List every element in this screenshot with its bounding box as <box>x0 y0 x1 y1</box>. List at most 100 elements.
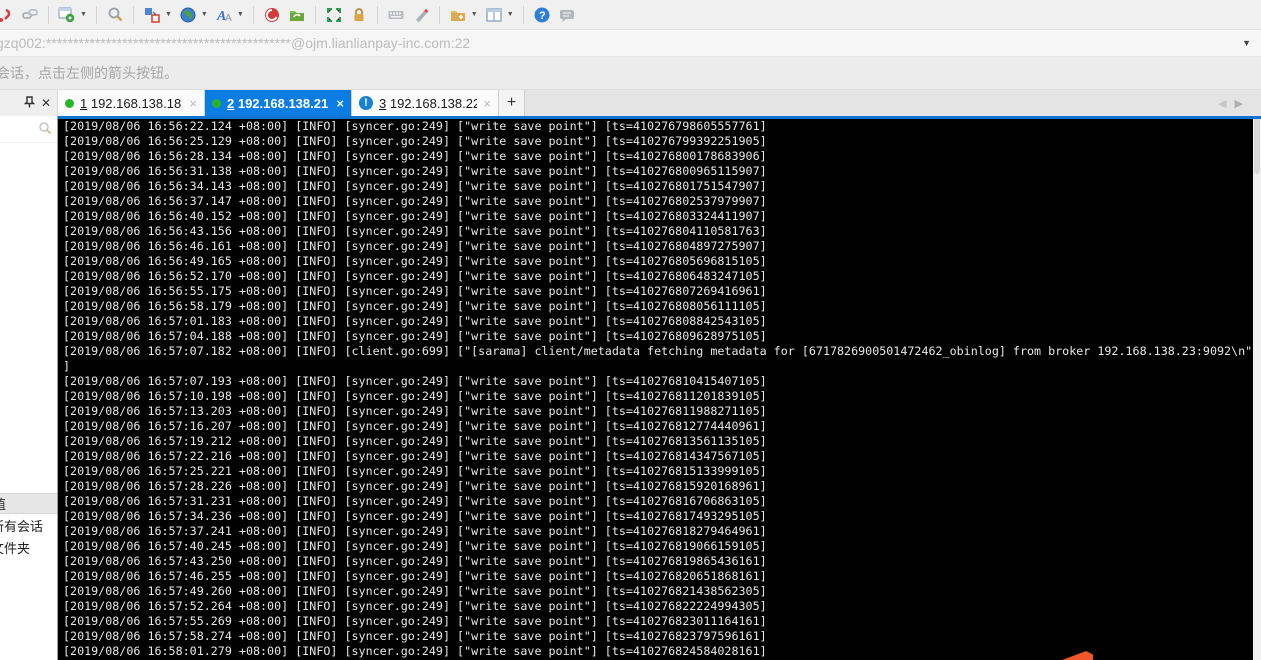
globe-icon[interactable] <box>177 4 199 26</box>
redraw-swirl-icon[interactable] <box>261 4 283 26</box>
toolbar: ▼ ▼ ▼ AA ▼ ▼ ▼ ? <box>0 0 1261 30</box>
svg-text:A: A <box>225 13 232 24</box>
toolbar-separator <box>95 5 97 24</box>
toolbar-separator <box>522 5 524 24</box>
log-line: [2019/08/06 16:57:04.188 +08:00] [INFO] … <box>63 329 767 343</box>
log-line: ] <box>63 359 71 373</box>
log-line: [2019/08/06 16:57:49.260 +08:00] [INFO] … <box>63 584 767 598</box>
toolbar-separator <box>314 5 316 24</box>
terminal-scrollbar[interactable] <box>1253 116 1261 660</box>
active-tab-strip <box>58 116 1261 119</box>
connected-dot-icon <box>65 98 74 108</box>
log-line: [2019/08/06 16:57:25.221 +08:00] [INFO] … <box>63 464 767 478</box>
lock-icon[interactable] <box>348 4 370 26</box>
session-tab[interactable]: ! 3 192.168.138.22 × <box>352 90 499 116</box>
log-line: [2019/08/06 16:57:43.250 +08:00] [INFO] … <box>63 554 767 568</box>
log-line: [2019/08/06 16:57:07.193 +08:00] [INFO] … <box>63 374 767 388</box>
log-line: [2019/08/06 16:56:43.156 +08:00] [INFO] … <box>63 224 767 238</box>
toolbar-separator <box>132 5 134 24</box>
log-line: [2019/08/06 16:57:16.207 +08:00] [INFO] … <box>63 419 767 433</box>
toolbar-separator <box>252 5 254 24</box>
scrollbar-thumb[interactable] <box>1254 118 1260 174</box>
new-folder-icon[interactable] <box>447 4 469 26</box>
log-line: [2019/08/06 16:56:31.138 +08:00] [INFO] … <box>63 164 767 178</box>
session-sidebar: 值所有会话文件夹 <box>0 116 58 660</box>
sidebar-list: 值所有会话文件夹 <box>0 493 57 558</box>
tile-layout-icon[interactable] <box>483 4 505 26</box>
toolbar-separator <box>376 5 378 24</box>
log-line: [2019/08/06 16:56:25.129 +08:00] [INFO] … <box>63 134 767 148</box>
log-line: [2019/08/06 16:56:28.134 +08:00] [INFO] … <box>63 149 767 163</box>
session-partial-icon[interactable] <box>0 4 16 26</box>
close-pane-icon[interactable]: ✕ <box>41 97 51 109</box>
connected-dot-icon <box>212 98 221 108</box>
log-line: [2019/08/06 16:56:58.179 +08:00] [INFO] … <box>63 299 767 313</box>
unlink-icon[interactable] <box>19 4 41 26</box>
log-line: [2019/08/06 16:57:58.274 +08:00] [INFO] … <box>63 629 767 643</box>
tab-close-icon[interactable]: × <box>189 97 197 110</box>
log-line: [2019/08/06 16:57:01.183 +08:00] [INFO] … <box>63 314 767 328</box>
tab-close-icon[interactable]: × <box>336 97 344 110</box>
tab-close-icon[interactable]: × <box>483 97 491 110</box>
xshell-window: ▼ ▼ ▼ AA ▼ ▼ ▼ ? gzq002:****************… <box>0 0 1261 660</box>
log-line: [2019/08/06 16:57:19.212 +08:00] [INFO] … <box>63 434 767 448</box>
toolbar-separator <box>48 5 49 24</box>
sidebar-item[interactable]: 文件夹 <box>0 536 57 558</box>
address-text: gzq002:*********************************… <box>0 35 471 51</box>
log-line: [2019/08/06 16:56:46.161 +08:00] [INFO] … <box>63 239 767 253</box>
sidebar-section-header: 值 <box>0 493 57 514</box>
tab-scroll-left-icon[interactable]: ◀ <box>1218 97 1226 110</box>
font-icon[interactable]: AA <box>213 4 235 26</box>
chevron-down-icon[interactable]: ▼ <box>237 11 244 18</box>
log-line: [2019/08/06 16:57:34.236 +08:00] [INFO] … <box>63 509 767 523</box>
chevron-down-icon[interactable]: ▼ <box>471 11 478 18</box>
highlighter-icon[interactable] <box>410 4 432 26</box>
find-icon[interactable] <box>104 4 126 26</box>
log-line: [2019/08/06 16:57:10.198 +08:00] [INFO] … <box>63 389 767 403</box>
sidebar-item[interactable]: 所有会话 <box>0 514 57 536</box>
layout-boxes-icon[interactable] <box>141 4 163 26</box>
keyboard-icon[interactable] <box>385 4 407 26</box>
log-line: [2019/08/06 16:57:40.245 +08:00] [INFO] … <box>63 539 767 553</box>
message-icon[interactable] <box>556 4 578 26</box>
log-line: [2019/08/06 16:57:28.226 +08:00] [INFO] … <box>63 479 767 493</box>
chevron-down-icon[interactable]: ▼ <box>507 11 514 18</box>
sync-folder-icon[interactable] <box>286 4 308 26</box>
chevron-down-icon[interactable]: ▼ <box>80 11 87 18</box>
session-tab[interactable]: 1 192.168.138.18 × <box>58 90 205 116</box>
chevron-down-icon[interactable]: ▼ <box>201 11 208 18</box>
session-properties-icon[interactable] <box>56 4 78 26</box>
terminal-screen[interactable]: [2019/08/06 16:56:22.124 +08:00] [INFO] … <box>58 116 1253 660</box>
fullscreen-icon[interactable] <box>323 4 345 26</box>
log-line: [2019/08/06 16:57:07.182 +08:00] [INFO] … <box>63 344 1253 358</box>
log-line: [2019/08/06 16:57:55.269 +08:00] [INFO] … <box>63 614 767 628</box>
notification-bar: 会话，点击左侧的箭头按钮。 <box>0 57 1261 90</box>
address-dropdown-icon[interactable]: ▼ <box>1242 38 1251 48</box>
tab-label: 2 192.168.138.21 <box>227 95 329 111</box>
tab-bar: ✕ 1 192.168.138.18 × 2 192.168.138.21 ×! 3 1… <box>0 90 1261 119</box>
tab-scroll-right-icon[interactable]: ▶ <box>1235 97 1243 110</box>
notification-text: 会话，点击左侧的箭头按钮。 <box>0 65 178 81</box>
warning-icon: ! <box>359 96 373 110</box>
log-line: [2019/08/06 16:57:46.255 +08:00] [INFO] … <box>63 569 767 583</box>
log-line: [2019/08/06 16:57:22.216 +08:00] [INFO] … <box>63 449 767 463</box>
log-line: [2019/08/06 16:57:37.241 +08:00] [INFO] … <box>63 524 767 538</box>
log-line: [2019/08/06 16:56:55.175 +08:00] [INFO] … <box>63 284 767 298</box>
pin-icon[interactable] <box>23 96 36 110</box>
new-tab-button[interactable]: + <box>499 90 525 116</box>
tab-label: 3 192.168.138.22 <box>379 95 478 111</box>
help-icon[interactable]: ? <box>531 4 553 26</box>
session-tab[interactable]: 2 192.168.138.21 × <box>205 90 352 116</box>
log-line: [2019/08/06 16:56:52.170 +08:00] [INFO] … <box>63 269 767 283</box>
tab-scroll-buttons: ◀ ▶ <box>1218 90 1261 116</box>
log-line: [2019/08/06 16:56:22.124 +08:00] [INFO] … <box>63 119 767 133</box>
log-line: [2019/08/06 16:57:13.203 +08:00] [INFO] … <box>63 404 767 418</box>
log-line: [2019/08/06 16:57:31.231 +08:00] [INFO] … <box>63 494 767 508</box>
sidebar-pane-header: ✕ <box>0 90 58 116</box>
chevron-down-icon[interactable]: ▼ <box>165 11 172 18</box>
log-line: [2019/08/06 16:56:37.147 +08:00] [INFO] … <box>63 194 767 208</box>
sidebar-search[interactable] <box>0 119 57 143</box>
toolbar-separator <box>438 5 440 24</box>
main-area: 值所有会话文件夹 [2019/08/06 16:56:22.124 +08:00… <box>0 116 1261 660</box>
address-bar[interactable]: gzq002:*********************************… <box>0 30 1261 57</box>
